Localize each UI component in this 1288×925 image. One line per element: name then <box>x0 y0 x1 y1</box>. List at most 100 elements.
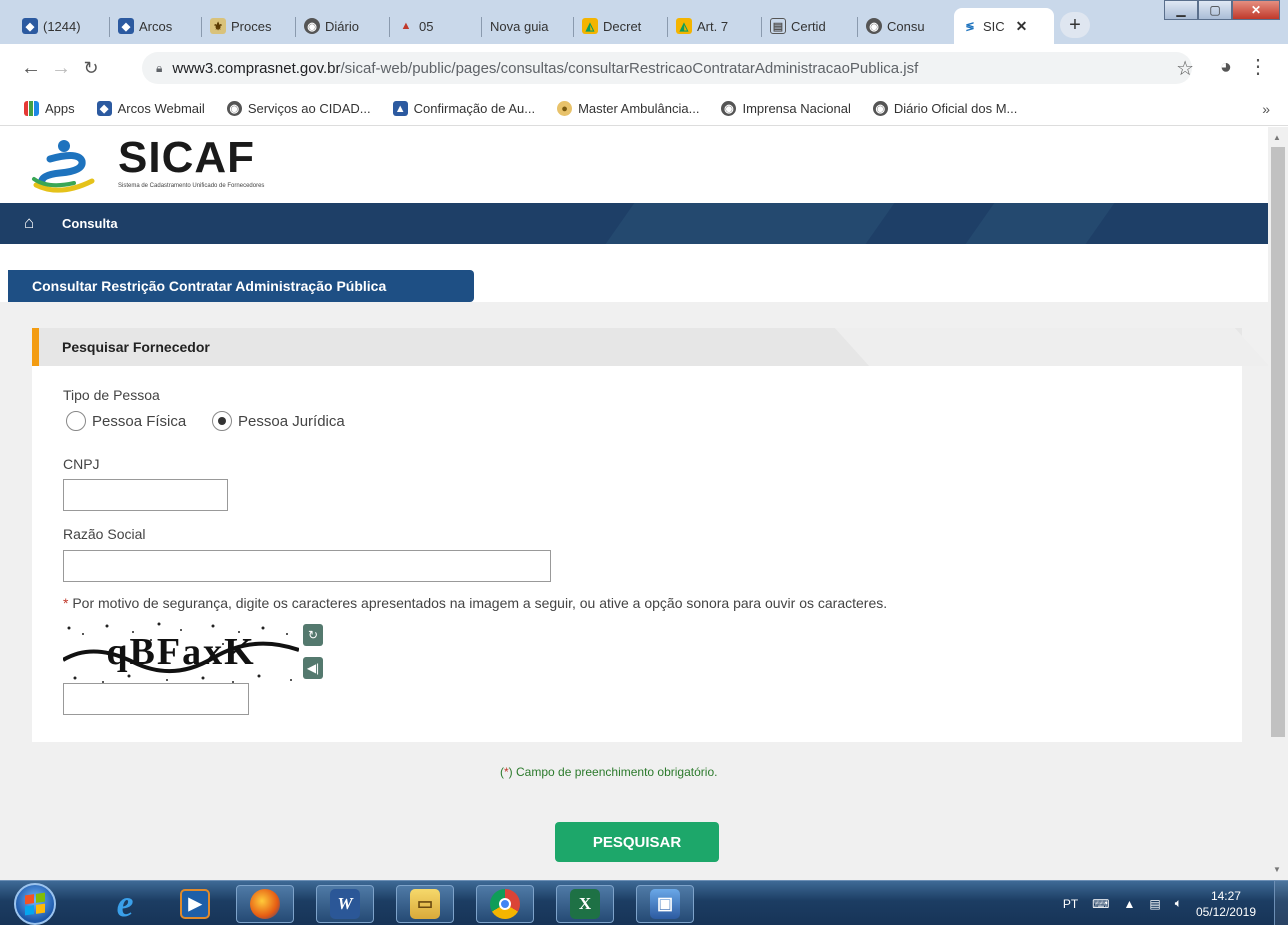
webmail-icon: ◆ <box>22 18 38 34</box>
bookmarks-bar: Apps ◆ Arcos Webmail ◉ Serviços ao CIDAD… <box>0 92 1288 126</box>
profile-icon[interactable]: ◕ <box>1220 56 1232 79</box>
tab-label: Decret <box>603 18 642 34</box>
tab-certid[interactable]: ▤ Certid <box>762 8 858 44</box>
excel-icon[interactable]: X <box>556 885 614 923</box>
captcha-notice: * Por motivo de segurança, digite os car… <box>63 595 887 611</box>
home-icon[interactable]: ⌂ <box>24 213 34 233</box>
sicaf-icon: ≶ <box>965 20 975 33</box>
page-scrollbar[interactable]: ▲ ▼ <box>1268 127 1288 880</box>
bookmarks-overflow-button[interactable]: » <box>1262 101 1270 117</box>
page-title: Consultar Restrição Contratar Administra… <box>8 270 474 302</box>
mandatory-note: (*) Campo de preenchimento obrigatório. <box>500 765 717 779</box>
razao-social-label: Razão Social <box>63 526 146 542</box>
browser-tab-strip: ◆ (1244) ◆ Arcos ⚜ Proces ◉ Diário ▲ 05 … <box>0 0 1288 44</box>
internet-explorer-icon[interactable]: e <box>96 883 154 925</box>
tipo-pessoa-label: Tipo de Pessoa <box>63 387 160 403</box>
mandatory-text: ) Campo de preenchimento obrigatório. <box>508 765 718 779</box>
google-drive-icon: ◭ <box>676 18 692 34</box>
bookmark-arcos-webmail[interactable]: ◆ Arcos Webmail <box>96 101 205 116</box>
tab-nova-guia[interactable]: Nova guia <box>482 8 574 44</box>
tab-proces[interactable]: ⚜ Proces <box>202 8 296 44</box>
reload-icon[interactable]: ↻ <box>76 58 106 79</box>
address-bar[interactable]: 🔒︎ www3.comprasnet.gov.br/sicaf-web/publ… <box>142 52 1192 84</box>
bookmark-master-ambulancia[interactable]: ● Master Ambulância... <box>557 101 699 116</box>
page-viewport: SICAF Sistema de Cadastramento Unificado… <box>0 127 1268 880</box>
radio-pessoa-juridica[interactable]: Pessoa Jurídica <box>212 411 345 431</box>
tab-consu[interactable]: ◉ Consu <box>858 8 952 44</box>
tab-sicaf-active[interactable]: ≶ SIC ✕ <box>954 8 1054 44</box>
windows-media-icon[interactable]: ▶ <box>166 885 224 923</box>
tab-diario[interactable]: ◉ Diário <box>296 8 390 44</box>
tab-label: Certid <box>791 18 826 34</box>
document-icon: ▤ <box>770 18 786 34</box>
google-drive-icon: ◭ <box>582 18 598 34</box>
radio-label: Pessoa Física <box>92 412 187 430</box>
pesquisar-button[interactable]: PESQUISAR <box>555 822 719 862</box>
lock-icon: 🔒︎ <box>156 60 163 75</box>
bookmark-imprensa-nacional[interactable]: ◉ Imprensa Nacional <box>721 101 851 116</box>
tab-decret[interactable]: ◭ Decret <box>574 8 668 44</box>
bookmark-servicos[interactable]: ◉ Serviços ao CIDAD... <box>226 101 371 116</box>
radio-circle[interactable] <box>66 411 86 431</box>
url-path: /sicaf-web/public/pages/consultas/consul… <box>340 59 919 77</box>
firefox-icon[interactable] <box>236 885 294 923</box>
close-tab-icon[interactable]: ✕ <box>1016 18 1028 35</box>
bookmark-confirmacao[interactable]: ▲ Confirmação de Au... <box>392 101 535 116</box>
scroll-down-arrow-icon[interactable]: ▼ <box>1273 865 1281 874</box>
window-controls: ▁ ▢ ✕ <box>1164 0 1280 20</box>
tab-art7[interactable]: ◭ Art. 7 <box>668 8 762 44</box>
globe-icon: ◉ <box>226 101 242 116</box>
tab-05[interactable]: ▲ 05 <box>390 8 482 44</box>
clock[interactable]: 14:27 05/12/2019 <box>1196 888 1256 920</box>
network-status-icon[interactable]: ▤ <box>1149 897 1160 911</box>
keyboard-icon[interactable]: ⌨ <box>1092 897 1109 911</box>
nav-consulta[interactable]: Consulta <box>62 216 118 231</box>
new-tab-button[interactable]: + <box>1060 12 1090 38</box>
forward-arrow-icon[interactable]: → <box>46 57 76 80</box>
bookmark-label: Apps <box>45 101 75 116</box>
cap-icon: ▲ <box>392 101 408 116</box>
captcha-input[interactable] <box>63 683 249 715</box>
scroll-up-arrow-icon[interactable]: ▲ <box>1273 133 1281 142</box>
tray-arrow-icon[interactable]: ▲ <box>1124 897 1136 911</box>
radio-circle-selected[interactable] <box>212 411 232 431</box>
bookmark-label: Imprensa Nacional <box>742 101 851 116</box>
network-icon[interactable]: ▣ <box>636 885 694 923</box>
coat-of-arms-icon: ⚜ <box>210 18 226 34</box>
scroll-thumb[interactable] <box>1271 147 1285 737</box>
clock-time: 14:27 <box>1210 888 1241 903</box>
window-close-button[interactable]: ✕ <box>1232 0 1280 20</box>
panel-header: Pesquisar Fornecedor <box>32 328 1268 366</box>
show-desktop-button[interactable] <box>1274 881 1288 925</box>
tab-arcos[interactable]: ◆ Arcos <box>110 8 202 44</box>
start-button[interactable] <box>14 883 56 925</box>
bookmark-star-icon[interactable]: ☆ <box>1176 56 1194 81</box>
bookmark-diario-oficial[interactable]: ◉ Diário Oficial dos M... <box>872 101 1018 116</box>
tab-label: Proces <box>231 18 272 34</box>
refresh-captcha-icon[interactable]: ↻ <box>303 624 323 646</box>
captcha-text: qBFaxK <box>106 631 255 673</box>
captcha-image: qBFaxK <box>63 620 299 686</box>
clock-date: 05/12/2019 <box>1195 904 1256 919</box>
url-host: www3.comprasnet.gov.br <box>172 59 341 77</box>
back-arrow-icon[interactable]: ← <box>16 57 46 80</box>
cnpj-input[interactable] <box>63 479 228 511</box>
razao-social-input[interactable] <box>63 550 551 582</box>
menu-dots-icon[interactable]: ⋮ <box>1248 54 1268 79</box>
explorer-icon[interactable]: ▭ <box>396 885 454 923</box>
logo-subtitle: Sistema de Cadastramento Unificado de Fo… <box>118 183 265 189</box>
globe-icon: ◉ <box>721 101 737 116</box>
word-icon[interactable]: W <box>316 885 374 923</box>
tab-1244[interactable]: ◆ (1244) <box>14 8 110 44</box>
minimize-button[interactable]: ▁ <box>1164 0 1198 20</box>
bookmark-label: Arcos Webmail <box>117 101 205 116</box>
language-indicator[interactable]: PT <box>1063 897 1078 911</box>
radio-pessoa-fisica[interactable]: Pessoa Física <box>66 411 186 431</box>
bookmark-apps[interactable]: Apps <box>24 101 75 116</box>
maximize-button[interactable]: ▢ <box>1198 0 1232 20</box>
tab-label: SIC <box>983 18 1005 34</box>
audio-captcha-icon[interactable]: ◀| <box>303 657 323 679</box>
bookmark-label: Diário Oficial dos M... <box>893 101 1018 116</box>
volume-muted-icon[interactable]: 🔈︎ <box>1175 896 1182 911</box>
chrome-icon[interactable] <box>476 885 534 923</box>
